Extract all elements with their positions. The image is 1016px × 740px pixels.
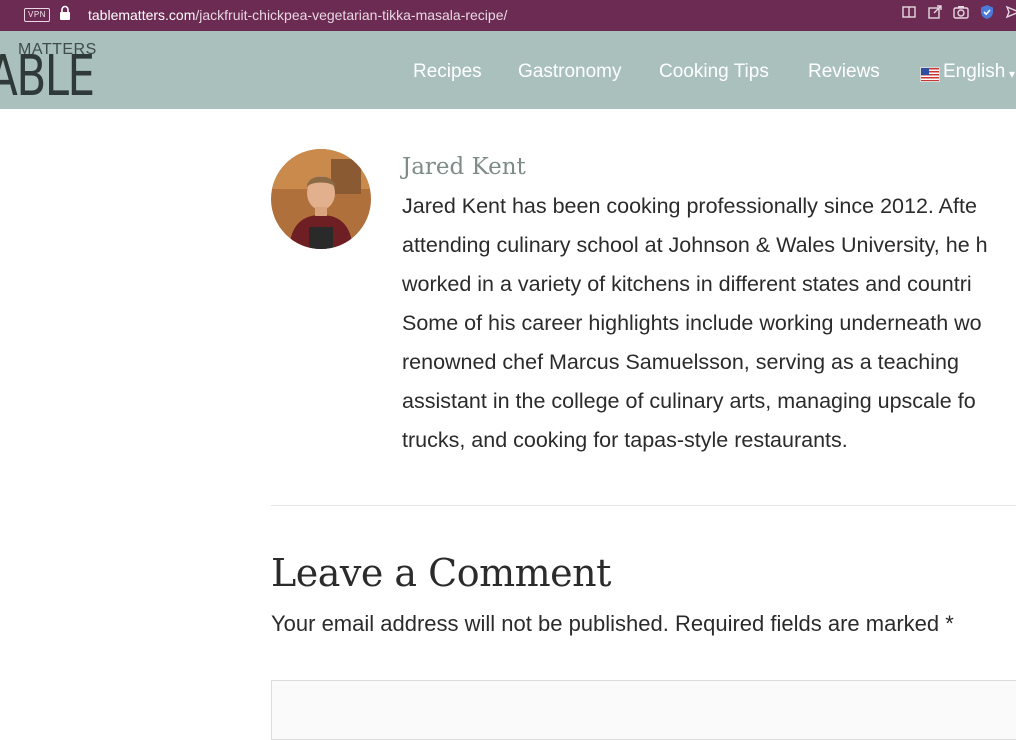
author-bio: Jared Kent has been cooking professional… xyxy=(402,187,1016,460)
url-domain: tablematters.com xyxy=(88,7,196,23)
author-name[interactable]: Jared Kent xyxy=(402,154,526,180)
browser-address-bar: VPN tablematters.com/jackfruit-chickpea-… xyxy=(0,0,1016,31)
vpn-badge[interactable]: VPN xyxy=(24,8,50,22)
author-avatar xyxy=(271,149,371,249)
bio-line: renowned chef Marcus Samuelsson, serving… xyxy=(402,350,959,374)
lock-icon xyxy=(60,5,70,20)
camera-icon[interactable] xyxy=(952,3,970,21)
url-path: /jackfruit-chickpea-vegetarian-tikka-mas… xyxy=(195,7,508,23)
chevron-down-icon[interactable]: ▾ xyxy=(1009,67,1015,81)
comment-textarea[interactable] xyxy=(271,680,1016,740)
comment-notice-text: Your email address will not be published… xyxy=(271,611,940,636)
required-marker: * xyxy=(945,611,954,636)
section-divider xyxy=(271,505,1016,506)
reader-mode-icon[interactable] xyxy=(900,3,918,21)
nav-reviews[interactable]: Reviews xyxy=(808,61,880,83)
share-icon[interactable] xyxy=(926,3,944,21)
comment-section-title: Leave a Comment xyxy=(271,551,611,595)
main-nav: Recipes Gastronomy Cooking Tips Reviews … xyxy=(0,61,1016,87)
language-selector[interactable]: English xyxy=(943,61,1005,83)
comment-notice: Your email address will not be published… xyxy=(271,611,954,637)
bio-line: attending culinary school at Johnson & W… xyxy=(402,233,988,257)
url-field[interactable]: tablematters.com/jackfruit-chickpea-vege… xyxy=(88,6,507,24)
bio-line: trucks, and cooking for tapas-style rest… xyxy=(402,428,848,452)
shield-icon[interactable] xyxy=(978,3,996,21)
bio-line: Jared Kent has been cooking professional… xyxy=(402,194,977,218)
bio-line: Some of his career highlights include wo… xyxy=(402,311,982,335)
bio-line: worked in a variety of kitchens in diffe… xyxy=(402,272,972,296)
nav-gastronomy[interactable]: Gastronomy xyxy=(518,61,621,83)
author-photo xyxy=(271,149,371,249)
us-flag-icon xyxy=(920,67,940,82)
bio-line: assistant in the college of culinary art… xyxy=(402,389,976,413)
send-icon[interactable] xyxy=(1004,3,1016,21)
nav-cooking-tips[interactable]: Cooking Tips xyxy=(659,61,769,83)
nav-recipes[interactable]: Recipes xyxy=(413,61,482,83)
